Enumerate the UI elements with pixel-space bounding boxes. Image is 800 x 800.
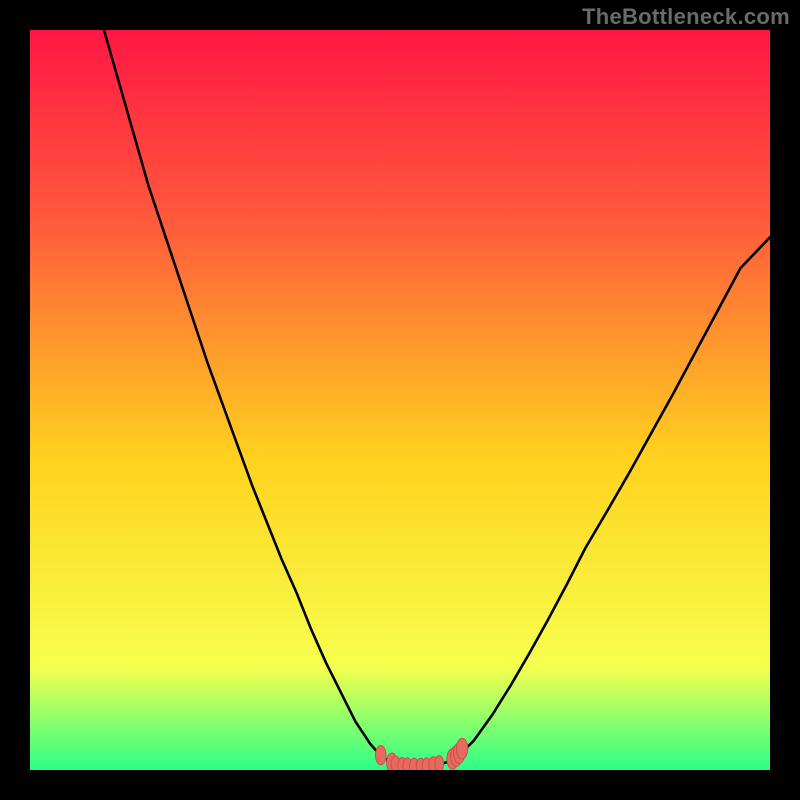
trough-marker xyxy=(375,746,386,765)
chart-frame: TheBottleneck.com xyxy=(0,0,800,800)
chart-svg xyxy=(30,30,770,770)
trough-marker xyxy=(456,738,467,759)
watermark-text: TheBottleneck.com xyxy=(582,4,790,30)
trough-marker xyxy=(435,756,444,770)
gradient-background xyxy=(30,30,770,770)
plot-area xyxy=(30,30,770,770)
